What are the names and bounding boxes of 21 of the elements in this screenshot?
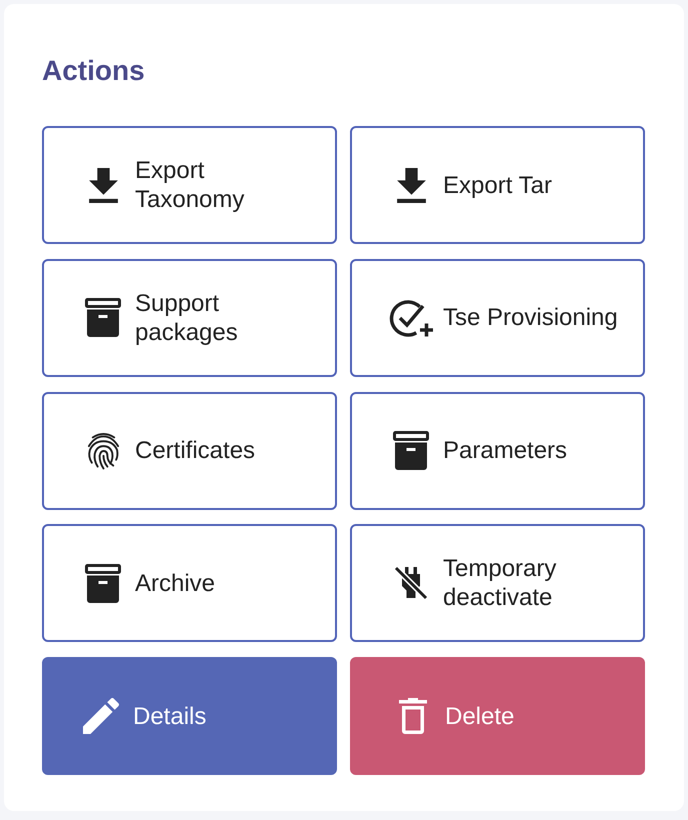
- danger-button[interactable]: Delete: [350, 657, 645, 775]
- archive-box-icon: [393, 431, 429, 470]
- trash-icon: [399, 698, 427, 734]
- check-circle-plus-icon: [388, 298, 434, 337]
- fingerprint-icon: [86, 430, 120, 470]
- action-button[interactable]: Parameters: [350, 392, 645, 510]
- action-button[interactable]: Certificates: [42, 392, 337, 510]
- action-button[interactable]: Export Tar: [350, 126, 645, 244]
- action-button[interactable]: Tse Provisioning: [350, 258, 645, 377]
- action-button[interactable]: Support packages: [42, 258, 337, 377]
- action-button[interactable]: Export Taxonomy: [42, 126, 337, 244]
- archive-box-icon: [85, 564, 121, 603]
- card-title: Actions: [42, 54, 146, 88]
- pencil-icon: [83, 698, 119, 734]
- archive-box-icon: [85, 298, 121, 338]
- download-icon: [88, 168, 118, 202]
- plug-off-icon: [393, 565, 429, 602]
- action-button[interactable]: Temporary deactivate: [350, 524, 645, 642]
- primary-button[interactable]: Details: [42, 657, 337, 775]
- download-icon: [396, 168, 426, 202]
- action-button[interactable]: Archive: [42, 524, 337, 642]
